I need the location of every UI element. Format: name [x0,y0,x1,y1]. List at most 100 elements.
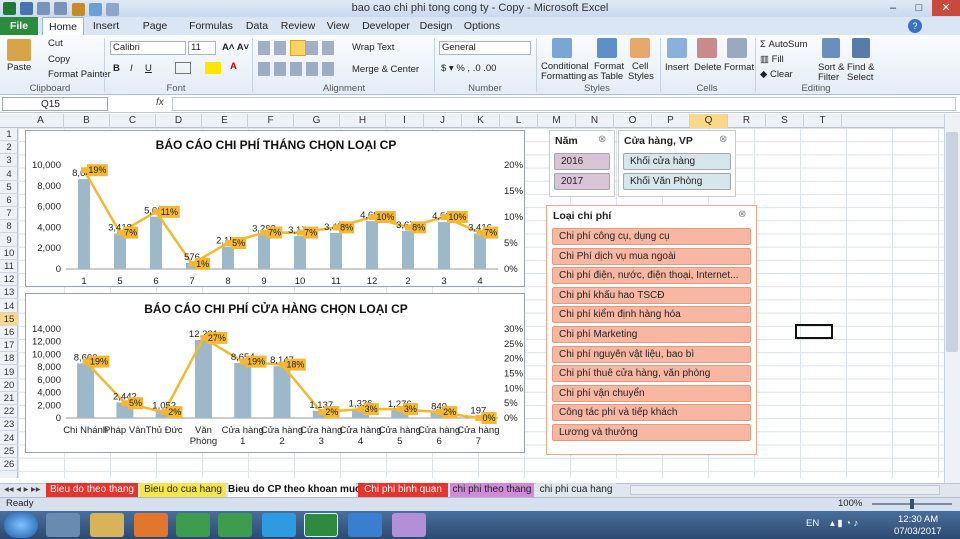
tab-developer[interactable]: Developer [360,17,412,35]
slicer-cost-type-item[interactable]: Chi phí khấu hao TSCĐ [552,286,751,304]
slicer-cost-type-item[interactable]: Chi phí kiểm định hàng hóa [552,306,751,324]
wrap-text-button[interactable]: Wrap Text [352,42,394,53]
skype-icon[interactable] [262,513,296,537]
clear-filter-icon[interactable]: ⊗ [719,134,727,145]
sheet-tab[interactable]: Bieu do cua hang [140,483,226,497]
column-header[interactable]: N [576,114,614,128]
borders-icon[interactable] [175,62,191,74]
column-header[interactable]: I [386,114,424,128]
column-header[interactable]: P [652,114,690,128]
row-header[interactable]: 10 [0,247,18,260]
tab-design[interactable]: Design [418,17,454,35]
delete-cells-icon[interactable] [697,38,717,58]
zoom-level[interactable]: 100% [838,498,862,509]
cell-styles-icon[interactable] [630,38,650,58]
column-header[interactable]: D [156,114,202,128]
start-button[interactable] [4,512,38,538]
slicer-cost-type[interactable]: Loại chi phí ⊗ Chi phí công cụ, dụng cụ C… [546,205,757,455]
row-header[interactable]: 23 [0,418,18,432]
slicer-cost-type-item[interactable]: Chi Phí dịch vụ mua ngoài [552,247,751,265]
tab-review[interactable]: Review [280,17,316,35]
tab-insert[interactable]: Insert [86,17,126,35]
scroll-thumb[interactable] [946,132,958,352]
insert-cells-button[interactable]: Insert [665,62,689,73]
column-header[interactable]: K [462,114,500,128]
slicer-cost-type-item[interactable]: Chi phí thuê cửa hàng, văn phòng [552,365,751,383]
format-painter-button[interactable]: Format Painter [48,69,111,80]
row-header[interactable]: 12 [0,273,18,287]
slicer-cost-type-item[interactable]: Chi phí nguyên vật liệu, bao bì [552,345,751,363]
language-indicator[interactable]: EN [806,518,819,529]
row-header[interactable]: 2 [0,141,18,155]
align-middle-icon[interactable] [290,40,306,56]
paste-button[interactable]: Paste [7,62,31,73]
clear-filter-icon[interactable]: ⊗ [598,134,606,145]
sheet-tab[interactable]: chi phi cua hang [536,483,616,497]
slicer-store-item[interactable]: Khối cửa hàng [623,153,731,170]
column-header[interactable]: O [614,114,652,128]
row-header[interactable]: 1 [0,128,18,141]
name-box[interactable]: Q15 [2,97,108,111]
slicer-cost-type-item[interactable]: Chi phí điện, nước, điện thoại, Internet… [552,267,751,285]
chart-store[interactable]: BÁO CÁO CHI PHÍ CỬA HÀNG CHỌN LOẠI CP 02… [25,293,525,453]
row-header[interactable]: 11 [0,260,18,273]
paint-icon[interactable] [392,513,426,537]
row-header[interactable]: 26 [0,458,18,471]
row-header[interactable]: 17 [0,339,18,353]
column-header[interactable]: L [500,114,538,128]
column-header[interactable]: A [18,114,64,128]
row-header[interactable]: 15 [0,312,18,326]
row-header[interactable]: 21 [0,392,18,405]
clear-button[interactable]: ◆ Clear [760,69,793,80]
row-header[interactable]: 16 [0,326,18,339]
tray-icons[interactable]: ▴ ▮ ◔ ♪ [830,518,858,529]
column-header[interactable]: C [110,114,156,128]
row-header[interactable]: 24 [0,432,18,445]
column-header[interactable]: E [202,114,248,128]
row-header[interactable]: 3 [0,154,18,168]
align-left-icons[interactable] [258,62,338,76]
tab-page-layout[interactable]: Page Layout [128,17,182,50]
row-header[interactable]: 25 [0,445,18,458]
column-header[interactable]: B [64,114,110,128]
row-header[interactable]: 14 [0,300,18,313]
sheet-tab[interactable]: Chi phi binh quan [358,483,448,497]
row-header[interactable]: 6 [0,194,18,207]
chrome-icon[interactable] [176,513,210,537]
firefox-icon[interactable] [134,513,168,537]
underline-icon[interactable]: U [145,63,152,74]
chrome-icon[interactable] [218,513,252,537]
slicer-year[interactable]: Năm ⊗ 2016 2017 [549,130,615,197]
close-icon[interactable]: ✕ [932,0,960,16]
copy-button[interactable]: Copy [48,54,70,65]
excel-taskbar-icon[interactable] [304,513,338,537]
tab-view[interactable]: View [322,17,354,35]
grow-font-icon[interactable]: A˄ A˅ [222,42,249,53]
tab-home[interactable]: Home [42,17,84,35]
bold-icon[interactable]: B [113,63,120,74]
row-header[interactable]: 22 [0,405,18,419]
number-format-icons[interactable]: $ ▾ % , .0 .00 [441,63,496,74]
tab-data[interactable]: Data [240,17,274,35]
column-header[interactable]: M [538,114,576,128]
cut-button[interactable]: Cut [48,38,63,49]
slicer-cost-type-item[interactable]: Lương và thưởng [552,424,751,441]
fill-button[interactable]: ▥ Fill [760,54,784,65]
slicer-cost-type-item[interactable]: Chi phí Marketing [552,326,751,343]
row-header[interactable]: 20 [0,379,18,392]
zoom-slider-thumb[interactable] [910,499,914,509]
tab-options[interactable]: Options [462,17,502,35]
row-header[interactable]: 9 [0,234,18,247]
sheet-tab[interactable]: Bieu do theo thang [46,483,138,497]
chart-monthly[interactable]: BÁO CÁO CHI PHÍ THÁNG CHỌN LOẠI CP 0 2,00… [25,130,525,287]
tab-file[interactable]: File [0,17,38,35]
format-as-table-icon[interactable] [597,38,617,58]
row-header[interactable]: 7 [0,207,18,221]
maximize-icon[interactable]: □ [906,0,932,16]
sheet-nav-icons[interactable]: ◂◂ ◂ ▸ ▸▸ [4,484,41,495]
insert-cells-icon[interactable] [667,38,687,58]
autosum-button[interactable]: Σ AutoSum [760,39,808,50]
italic-icon[interactable]: I [130,63,133,74]
find-select-icon[interactable] [852,38,870,58]
row-header[interactable]: 18 [0,352,18,366]
